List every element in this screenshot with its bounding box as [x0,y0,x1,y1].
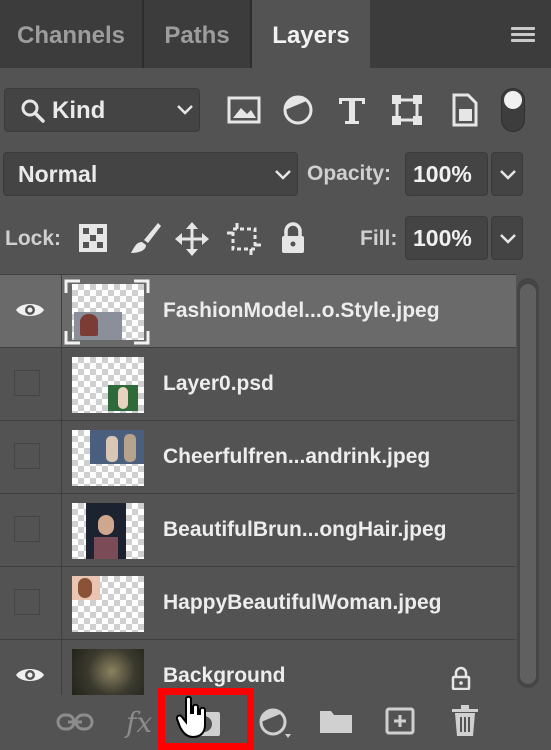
fill-dropdown-button[interactable] [491,216,523,260]
thumbnail-figure [124,434,136,462]
layer-thumbnail [72,430,144,486]
delete-icon[interactable] [450,704,480,738]
layer-row[interactable]: Cheerfulfren...andrink.jpeg [0,420,516,493]
thumbnail-figure [78,578,92,598]
chevron-down-icon [500,170,516,180]
visibility-toggle[interactable] [14,589,40,615]
chevron-down-icon [500,234,516,244]
type-filter-icon[interactable] [334,92,370,128]
lock-label: Lock: [5,227,62,250]
thumbnail-figure [98,515,114,535]
tab-channels[interactable]: Channels [0,0,142,68]
toggle-knob [504,91,522,109]
fill-label: Fill: [360,227,398,250]
adjustment-layer-icon[interactable] [257,706,293,740]
link-icon[interactable] [56,711,94,733]
lock-all-icon[interactable] [279,221,307,255]
filter-toggle-switch[interactable] [501,88,525,132]
layer-name[interactable]: FashionModel...o.Style.jpeg [163,299,440,323]
layers-list: FashionModel...o.Style.jpeg Layer0.psd C… [0,270,516,710]
opacity-label: Opacity: [307,162,392,185]
new-group-icon[interactable] [318,707,354,735]
new-layer-icon[interactable] [384,706,416,736]
selection-frame [64,279,150,345]
visibility-column[interactable] [0,348,62,420]
visibility-column[interactable] [0,275,62,347]
chevron-down-icon [275,170,291,180]
layer-name[interactable]: BeautifulBrun...ongHair.jpeg [163,518,447,542]
layer-name[interactable]: Background [163,664,286,688]
lock-artboard-icon[interactable] [226,222,262,256]
thumbnail-figure [94,537,118,559]
fill-value: 100% [413,225,472,251]
layer-thumbnail [72,576,144,632]
chevron-down-icon [177,105,193,115]
lock-image-pixels-icon[interactable] [128,220,162,256]
adjustment-filter-icon[interactable] [280,92,316,128]
filter-kind-label: Kind [52,97,106,124]
opacity-dropdown-button[interactable] [491,152,523,196]
layer-row[interactable]: BeautifulBrun...ongHair.jpeg [0,493,516,566]
visibility-column[interactable] [0,421,62,493]
lock-icon [451,666,471,690]
eye-icon[interactable] [15,301,45,319]
highlight-box [158,688,254,750]
thumbnail-figure [106,436,118,462]
shape-filter-icon[interactable] [389,92,425,128]
visibility-toggle[interactable] [14,516,40,542]
visibility-column[interactable] [0,567,62,639]
visibility-column[interactable] [0,494,62,566]
layer-name[interactable]: HappyBeautifulWoman.jpeg [163,591,441,615]
blend-mode-value: Normal [18,161,98,187]
panel-tab-bar: Channels Paths Layers [0,0,551,68]
panel-menu-icon[interactable] [511,27,535,43]
search-icon [21,99,45,123]
lock-position-icon[interactable] [175,222,209,256]
layer-row[interactable]: FashionModel...o.Style.jpeg [0,274,516,347]
lock-transparent-pixels-icon[interactable] [77,222,109,254]
layer-thumbnail [72,357,144,413]
layer-name[interactable]: Layer0.psd [163,372,274,396]
scrollbar-thumb[interactable] [520,284,536,684]
image-filter-icon[interactable] [226,92,262,128]
tab-paths[interactable]: Paths [144,0,250,68]
layer-row[interactable]: Layer0.psd [0,347,516,420]
eye-icon[interactable] [15,666,45,684]
smart-object-filter-icon[interactable] [446,92,482,128]
svg-text:fx: fx [124,706,152,738]
layer-name[interactable]: Cheerfulfren...andrink.jpeg [163,445,430,469]
layer-row[interactable]: HappyBeautifulWoman.jpeg [0,566,516,639]
layer-thumbnail [72,503,144,559]
thumbnail-figure [118,387,128,409]
tab-layers[interactable]: Layers [252,0,370,68]
visibility-toggle[interactable] [14,443,40,469]
visibility-toggle[interactable] [14,370,40,396]
opacity-value: 100% [413,161,472,187]
